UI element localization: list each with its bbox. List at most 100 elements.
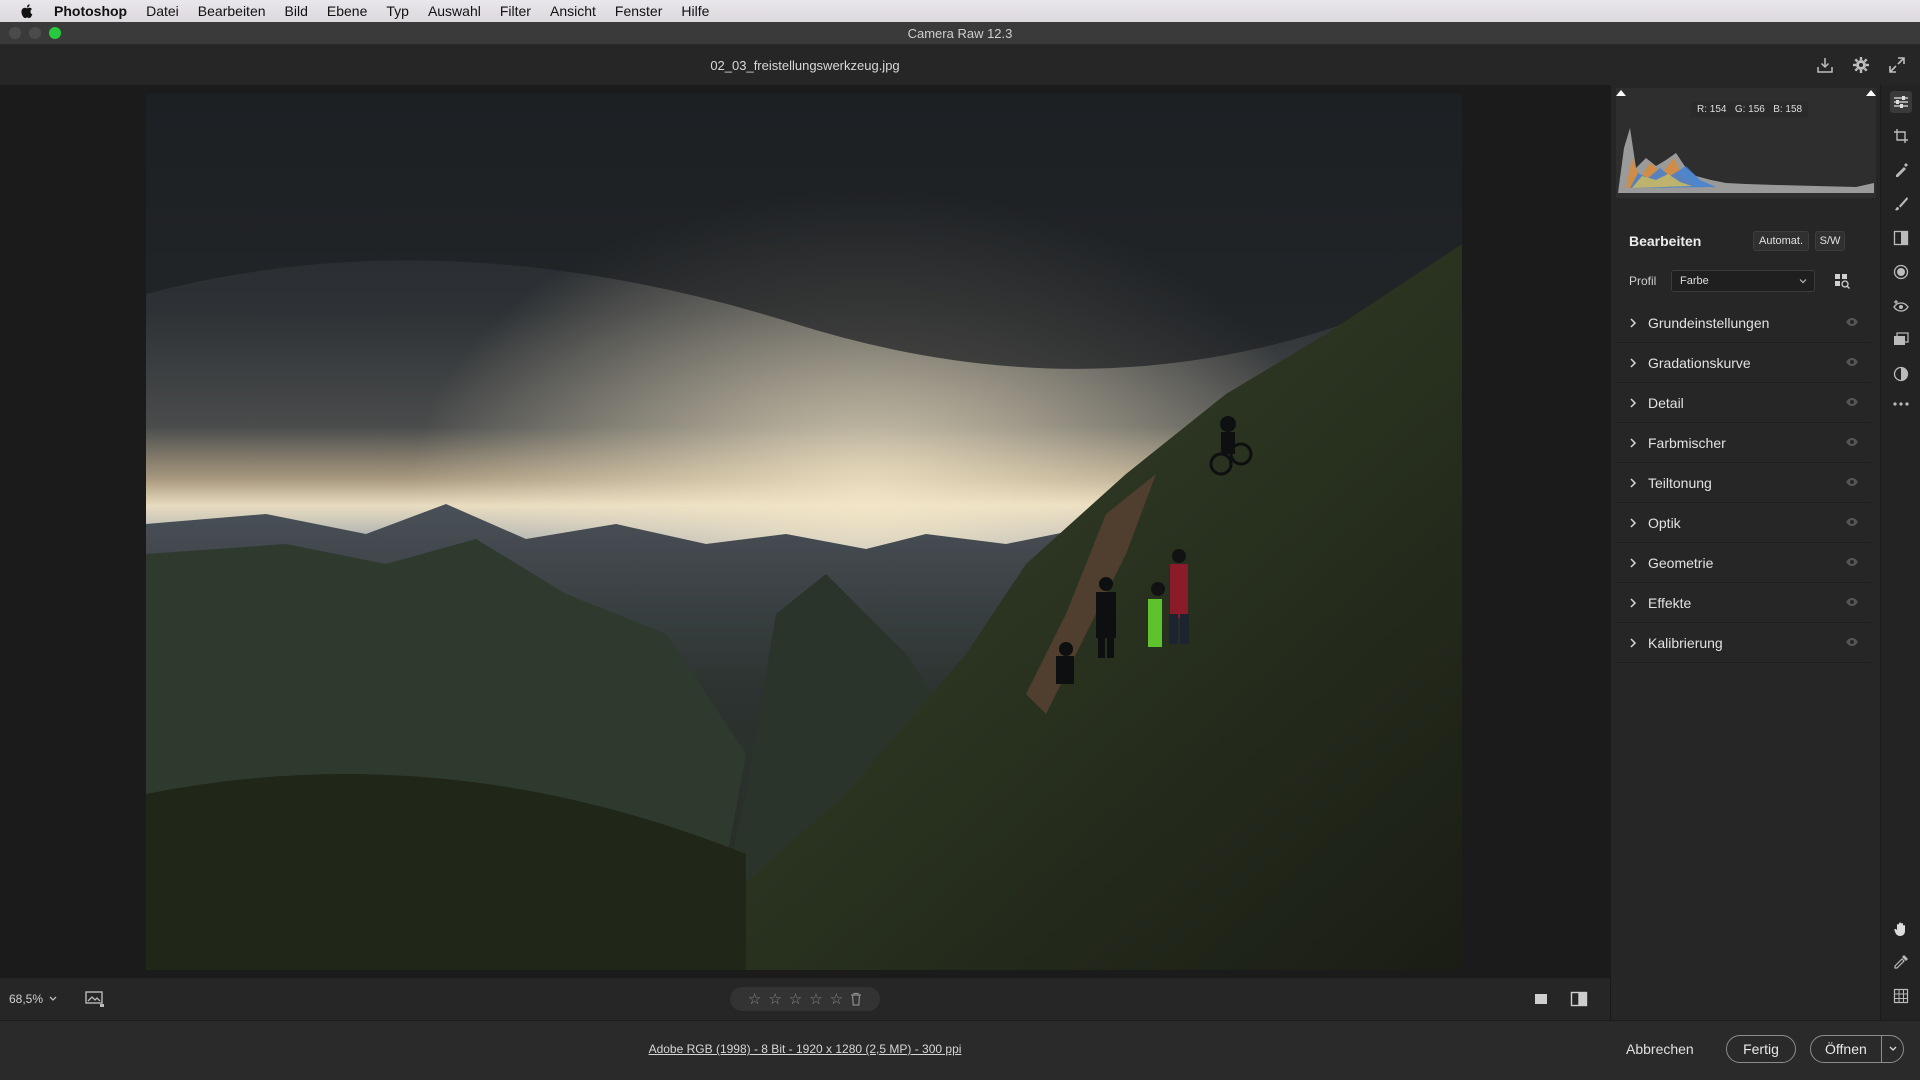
workflow-options-link[interactable]: Adobe RGB (1998) - 8 Bit - 1920 x 1280 (… (0, 1042, 1610, 1056)
black-white-button[interactable]: S/W (1815, 231, 1845, 251)
section-kalibrierung[interactable]: Kalibrierung (1616, 623, 1871, 663)
shadow-clipping-icon[interactable] (1616, 90, 1626, 96)
eye-icon[interactable] (1845, 477, 1859, 487)
filmstrip-toggle-button[interactable] (84, 988, 106, 1010)
footer-bar: Adobe RGB (1998) - 8 Bit - 1920 x 1280 (… (0, 1020, 1920, 1080)
brush-icon (1895, 197, 1908, 211)
more-icon (1893, 402, 1909, 406)
eye-icon[interactable] (1845, 517, 1859, 527)
section-label: Geometrie (1648, 554, 1714, 571)
brush-tool[interactable] (1890, 193, 1912, 215)
crop-icon (1894, 129, 1908, 143)
auto-button[interactable]: Automat. (1753, 231, 1809, 251)
healing-icon (1896, 163, 1908, 177)
zoom-control[interactable]: 68,5% (9, 992, 57, 1006)
chevron-down-icon (1889, 1046, 1896, 1051)
trash-icon[interactable] (850, 992, 862, 1006)
green-value: G: 156 (1734, 104, 1765, 115)
section-effekte[interactable]: Effekte (1616, 583, 1871, 623)
apple-icon[interactable] (18, 2, 36, 20)
section-farbmischer[interactable]: Farbmischer (1616, 423, 1871, 463)
gradient-tool[interactable] (1890, 227, 1912, 249)
crop-tool[interactable] (1890, 125, 1912, 147)
section-label: Grundeinstellungen (1648, 314, 1770, 331)
section-geometrie[interactable]: Geometrie (1616, 543, 1871, 583)
section-grundeinstellungen[interactable]: Grundeinstellungen (1616, 303, 1871, 343)
menu-datei[interactable]: Datei (146, 3, 179, 19)
profile-select[interactable]: Farbe (1671, 270, 1815, 292)
eyedropper-tool[interactable] (1890, 951, 1912, 973)
panel-title: Bearbeiten (1629, 233, 1702, 249)
eyedropper-icon (1894, 955, 1908, 969)
chevron-right-icon (1630, 437, 1637, 448)
menu-ansicht[interactable]: Ansicht (550, 3, 596, 19)
eye-icon[interactable] (1845, 437, 1859, 447)
star-icon[interactable]: ☆ (809, 990, 822, 1008)
star-icon[interactable]: ☆ (748, 990, 761, 1008)
edit-panel: R: 154 G: 156 B: 158 Bearbeiten Automat.… (1610, 85, 1880, 1020)
presets-tool[interactable] (1890, 329, 1912, 351)
eye-icon[interactable] (1845, 317, 1859, 327)
open-options-dropdown[interactable] (1881, 1036, 1903, 1062)
menu-typ[interactable]: Typ (386, 3, 409, 19)
chevron-right-icon (1630, 597, 1637, 608)
section-gradationskurve[interactable]: Gradationskurve (1616, 343, 1871, 383)
healing-tool[interactable] (1890, 159, 1912, 181)
image-canvas[interactable] (0, 85, 1610, 978)
menu-auswahl[interactable]: Auswahl (428, 3, 481, 19)
menu-app-name[interactable]: Photoshop (54, 3, 127, 19)
section-teiltonung[interactable]: Teiltonung (1616, 463, 1871, 503)
highlight-clipping-icon[interactable] (1866, 90, 1876, 96)
settings-button[interactable] (1850, 54, 1872, 76)
compare-view-button[interactable] (1568, 988, 1590, 1010)
snapshots-tool[interactable] (1890, 363, 1912, 385)
star-icon[interactable]: ☆ (768, 990, 781, 1008)
histogram: R: 154 G: 156 B: 158 (1616, 88, 1876, 198)
single-view-icon (1535, 994, 1547, 1004)
menu-hilfe[interactable]: Hilfe (681, 3, 709, 19)
grid-browse-icon (1835, 274, 1850, 289)
eye-icon[interactable] (1845, 597, 1859, 607)
edit-tool[interactable] (1890, 91, 1912, 113)
menu-filter[interactable]: Filter (500, 3, 531, 19)
blue-value: B: 158 (1773, 104, 1803, 115)
image-filmstrip-icon (85, 991, 104, 1007)
gradient-icon (1893, 230, 1909, 246)
cancel-button[interactable]: Abbrechen (1626, 1041, 1694, 1057)
radial-tool[interactable] (1890, 261, 1912, 283)
single-view-button[interactable] (1530, 988, 1552, 1010)
star-icon[interactable]: ☆ (789, 990, 802, 1008)
maximize-window-button[interactable] (49, 27, 61, 39)
menu-bearbeiten[interactable]: Bearbeiten (198, 3, 266, 19)
chevron-right-icon (1630, 517, 1637, 528)
save-button[interactable] (1814, 54, 1836, 76)
hand-tool[interactable] (1890, 918, 1912, 940)
menu-bild[interactable]: Bild (285, 3, 308, 19)
chevron-right-icon (1630, 557, 1637, 568)
section-label: Gradationskurve (1648, 354, 1751, 371)
minimize-window-button[interactable] (29, 27, 41, 39)
menu-fenster[interactable]: Fenster (615, 3, 662, 19)
redeye-tool[interactable] (1890, 295, 1912, 317)
section-optik[interactable]: Optik (1616, 503, 1871, 543)
eye-icon[interactable] (1845, 557, 1859, 567)
compare-view-icon (1570, 991, 1588, 1007)
chevron-right-icon (1630, 317, 1637, 328)
done-button[interactable]: Fertig (1726, 1035, 1796, 1063)
profile-browser-button[interactable] (1831, 270, 1853, 292)
eye-icon[interactable] (1845, 397, 1859, 407)
photo-preview[interactable] (146, 94, 1462, 970)
chevron-right-icon (1630, 477, 1637, 488)
menu-ebene[interactable]: Ebene (327, 3, 367, 19)
close-window-button[interactable] (9, 27, 21, 39)
eye-icon[interactable] (1845, 637, 1859, 647)
more-tools-button[interactable] (1890, 393, 1912, 415)
open-button[interactable]: Öffnen (1810, 1035, 1904, 1063)
fullscreen-button[interactable] (1886, 54, 1908, 76)
eye-icon[interactable] (1845, 357, 1859, 367)
section-detail[interactable]: Detail (1616, 383, 1871, 423)
profile-value: Farbe (1680, 275, 1709, 287)
menu-bar: Photoshop Datei Bearbeiten Bild Ebene Ty… (0, 0, 1920, 22)
star-icon[interactable]: ☆ (830, 990, 843, 1008)
grid-overlay-tool[interactable] (1890, 985, 1912, 1007)
